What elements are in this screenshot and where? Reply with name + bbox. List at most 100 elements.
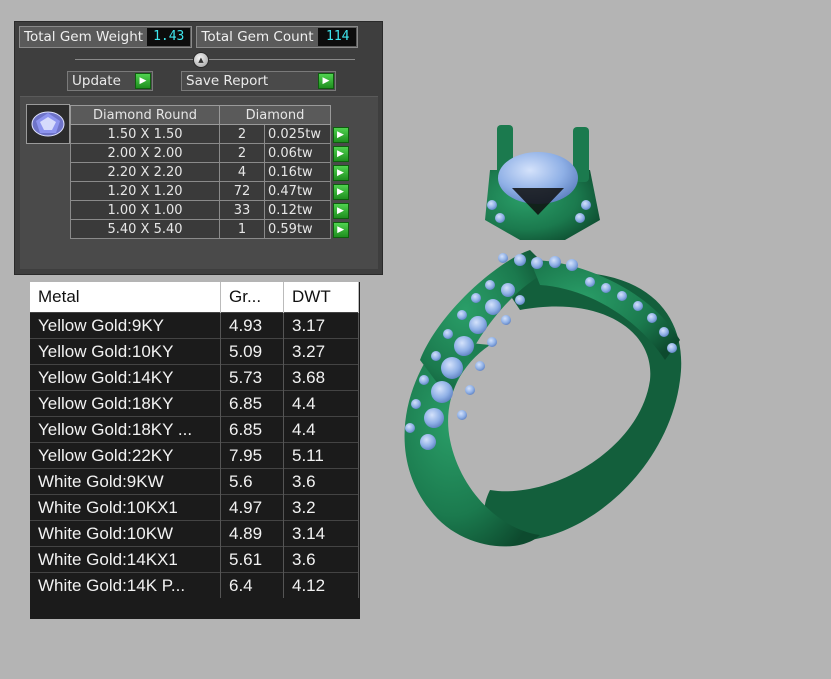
total-gem-count-value: 114	[317, 28, 356, 46]
gem-row[interactable]: 5.40 X 5.40 1 0.59tw ▶	[70, 219, 352, 239]
total-gem-count: Total Gem Count 114	[196, 26, 358, 48]
gem-row[interactable]: 2.20 X 2.20 4 0.16tw ▶	[70, 162, 352, 182]
gem-size: 1.20 X 1.20	[70, 181, 220, 201]
metal-column-header[interactable]: Metal	[30, 282, 221, 313]
metal-dwt: 3.6	[283, 546, 359, 573]
play-arrow-icon: ▶	[135, 73, 151, 89]
metal-name: White Gold:9KW	[30, 468, 221, 495]
gem-shape-header: Diamond Round	[70, 105, 220, 125]
table-row[interactable]: White Gold:14KX1 5.61 3.6	[30, 546, 359, 573]
gem-total-weight: 0.16tw	[264, 162, 331, 182]
metal-name: White Gold:14K P...	[30, 572, 221, 598]
gem-size: 2.00 X 2.00	[70, 143, 220, 163]
metal-name: Yellow Gold:18KY	[30, 390, 221, 417]
metal-grams: 4.97	[220, 494, 284, 521]
metal-name: Yellow Gold:10KY	[30, 338, 221, 365]
metal-grams: 6.4	[220, 572, 284, 598]
grams-column-header[interactable]: Gr...	[220, 282, 284, 313]
metal-dwt: 4.4	[283, 416, 359, 443]
metal-name: White Gold:10KX1	[30, 494, 221, 521]
metal-dwt: 3.17	[283, 312, 359, 339]
total-gem-weight: Total Gem Weight 1.43	[19, 26, 193, 48]
metal-grams: 7.95	[220, 442, 284, 469]
table-row[interactable]: White Gold:14K P... 6.4 4.12	[30, 572, 359, 598]
gem-size: 5.40 X 5.40	[70, 219, 220, 239]
total-gem-count-label: Total Gem Count	[201, 29, 314, 45]
gem-qty: 4	[219, 162, 265, 182]
metal-dwt: 3.6	[283, 468, 359, 495]
dwt-column-header[interactable]: DWT	[283, 282, 359, 313]
metal-dwt: 3.2	[283, 494, 359, 521]
gem-total-weight: 0.12tw	[264, 200, 331, 220]
metal-name: Yellow Gold:9KY	[30, 312, 221, 339]
ring-3d-model[interactable]	[380, 110, 700, 570]
gem-qty: 2	[219, 124, 265, 144]
play-arrow-icon[interactable]: ▶	[332, 221, 349, 238]
play-arrow-icon[interactable]: ▶	[332, 145, 349, 162]
metal-weight-panel: Metal Gr... DWT Yellow Gold:9KY 4.93 3.1…	[30, 282, 360, 619]
metal-name: Yellow Gold:18KY ...	[30, 416, 221, 443]
play-arrow-icon[interactable]: ▶	[332, 164, 349, 181]
totals-row: Total Gem Weight 1.43 Total Gem Count 11…	[19, 26, 358, 48]
metal-dwt: 5.11	[283, 442, 359, 469]
metal-dwt: 4.12	[283, 572, 359, 598]
gem-panel: Total Gem Weight 1.43 Total Gem Count 11…	[14, 21, 383, 275]
table-row[interactable]: Yellow Gold:18KY ... 6.85 4.4	[30, 416, 359, 443]
gem-qty: 33	[219, 200, 265, 220]
gem-size: 1.50 X 1.50	[70, 124, 220, 144]
metal-name: Yellow Gold:14KY	[30, 364, 221, 391]
metal-dwt: 3.68	[283, 364, 359, 391]
metal-grams: 4.89	[220, 520, 284, 547]
gem-type-header: Diamond	[219, 105, 331, 125]
table-row[interactable]: White Gold:10KW 4.89 3.14	[30, 520, 359, 547]
metal-name: Yellow Gold:22KY	[30, 442, 221, 469]
table-row[interactable]: White Gold:10KX1 4.97 3.2	[30, 494, 359, 521]
gem-size: 1.00 X 1.00	[70, 200, 220, 220]
gem-row[interactable]: 1.50 X 1.50 2 0.025tw ▶	[70, 124, 352, 144]
play-arrow-icon: ▶	[318, 73, 334, 89]
table-row[interactable]: Yellow Gold:18KY 6.85 4.4	[30, 390, 359, 417]
table-row[interactable]: Yellow Gold:14KY 5.73 3.68	[30, 364, 359, 391]
slider-track[interactable]	[75, 59, 355, 60]
gem-qty: 72	[219, 181, 265, 201]
metal-name: White Gold:10KW	[30, 520, 221, 547]
table-row[interactable]: White Gold:9KW 5.6 3.6	[30, 468, 359, 495]
table-row[interactable]: Yellow Gold:10KY 5.09 3.27	[30, 338, 359, 365]
gem-row[interactable]: 1.00 X 1.00 33 0.12tw ▶	[70, 200, 352, 220]
total-gem-weight-value: 1.43	[147, 28, 191, 46]
metal-dwt: 4.4	[283, 390, 359, 417]
gem-list: Diamond Round Diamond 1.50 X 1.50 2 0.02…	[20, 96, 378, 269]
gem-total-weight: 0.025tw	[264, 124, 331, 144]
table-row[interactable]: Yellow Gold:9KY 4.93 3.17	[30, 312, 359, 339]
gem-size: 2.20 X 2.20	[70, 162, 220, 182]
play-arrow-icon[interactable]: ▶	[332, 202, 349, 219]
gem-row[interactable]: 2.00 X 2.00 2 0.06tw ▶	[70, 143, 352, 163]
save-report-button-label: Save Report	[186, 73, 269, 89]
table-row[interactable]: Yellow Gold:22KY 7.95 5.11	[30, 442, 359, 469]
gem-row[interactable]: 1.20 X 1.20 72 0.47tw ▶	[70, 181, 352, 201]
metal-grams: 5.73	[220, 364, 284, 391]
metal-dwt: 3.14	[283, 520, 359, 547]
metal-grams: 6.85	[220, 416, 284, 443]
metal-table-header: Metal Gr... DWT	[30, 282, 359, 313]
metal-grams: 5.61	[220, 546, 284, 573]
gem-total-weight: 0.59tw	[264, 219, 331, 239]
gem-table: Diamond Round Diamond 1.50 X 1.50 2 0.02…	[70, 105, 352, 239]
slider-handle[interactable]: ▲	[193, 52, 209, 68]
play-arrow-icon[interactable]: ▶	[332, 126, 349, 143]
metal-name: White Gold:14KX1	[30, 546, 221, 573]
round-diamond-icon[interactable]	[26, 104, 70, 144]
save-report-button[interactable]: Save Report ▶	[181, 71, 336, 91]
gem-total-weight: 0.47tw	[264, 181, 331, 201]
update-button[interactable]: Update ▶	[67, 71, 153, 91]
total-gem-weight-label: Total Gem Weight	[24, 29, 144, 45]
gem-qty: 1	[219, 219, 265, 239]
gem-qty: 2	[219, 143, 265, 163]
metal-grams: 5.09	[220, 338, 284, 365]
metal-grams: 5.6	[220, 468, 284, 495]
play-arrow-icon[interactable]: ▶	[332, 183, 349, 200]
update-button-label: Update	[72, 73, 121, 89]
metal-weight-table: Metal Gr... DWT Yellow Gold:9KY 4.93 3.1…	[30, 282, 359, 598]
metal-grams: 4.93	[220, 312, 284, 339]
gem-total-weight: 0.06tw	[264, 143, 331, 163]
